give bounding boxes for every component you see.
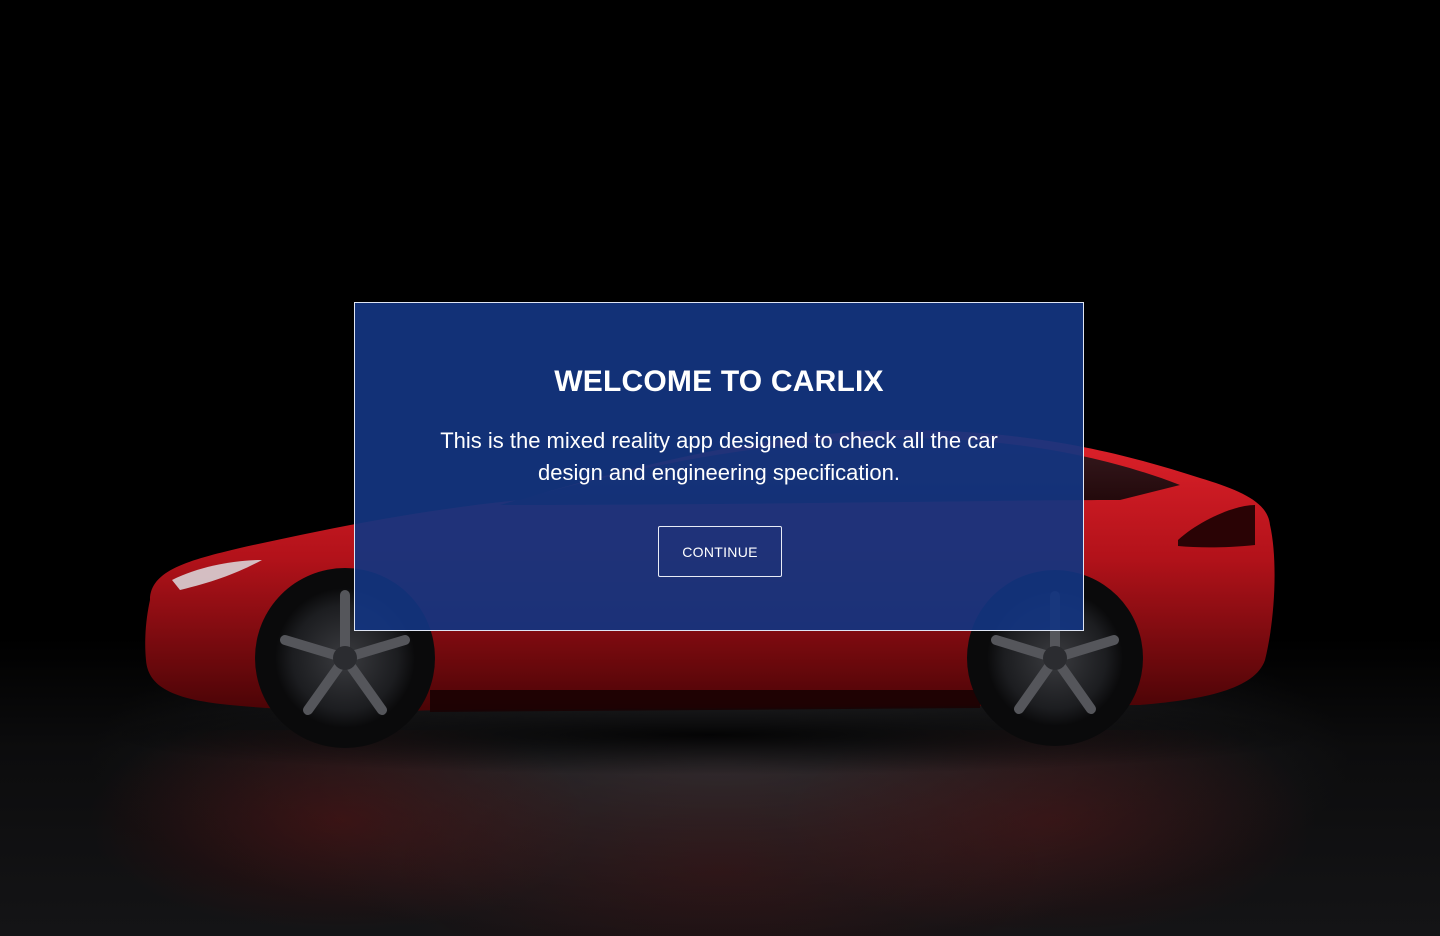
dialog-description: This is the mixed reality app designed t…: [440, 428, 998, 485]
welcome-dialog: WELCOME TO CARLIX This is the mixed real…: [354, 302, 1084, 631]
continue-button[interactable]: CONTINUE: [658, 526, 782, 577]
dialog-title: WELCOME TO CARLIX: [554, 365, 884, 398]
app-background: WELCOME TO CARLIX This is the mixed real…: [0, 0, 1440, 936]
